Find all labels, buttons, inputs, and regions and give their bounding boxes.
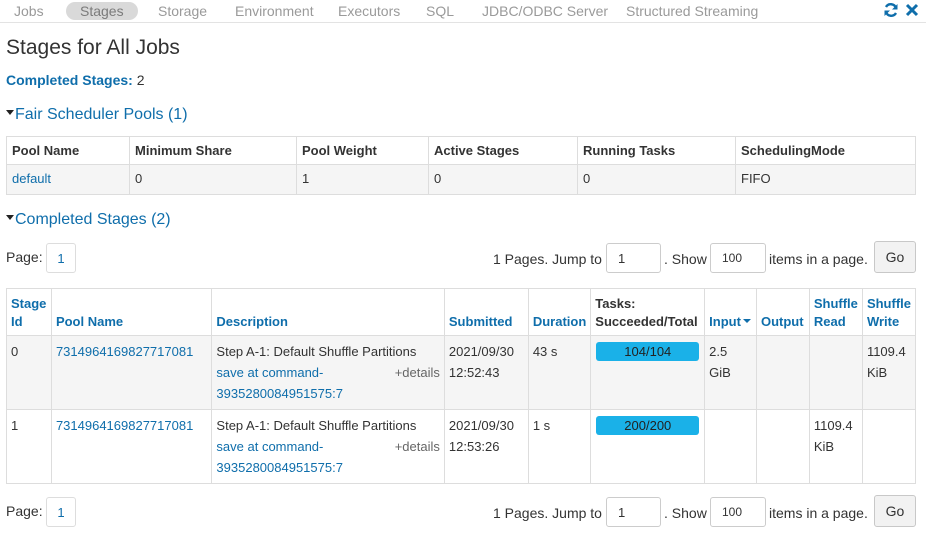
pools-col-minimum-share[interactable]: Minimum Share xyxy=(129,136,297,165)
close-icon[interactable] xyxy=(903,1,921,19)
completed-stages-toggle[interactable]: Completed Stages (2) xyxy=(6,211,171,229)
top-nav: Jobs Stages Storage Environment Executor… xyxy=(0,0,926,23)
stage-id: 1 xyxy=(6,409,52,484)
shuffle-read: 1109.4 KiB xyxy=(808,409,863,484)
pools-col-running-tasks[interactable]: Running Tasks xyxy=(577,136,736,165)
pool-weight: 1 xyxy=(296,164,429,195)
col-input[interactable]: Input xyxy=(704,288,757,336)
page-number-button[interactable]: 1 xyxy=(46,497,76,527)
pools-section-title: Fair Scheduler Pools (1) xyxy=(15,106,188,123)
caret-down-icon xyxy=(6,110,14,115)
tab-structured-streaming[interactable]: Structured Streaming xyxy=(626,2,758,20)
stages-table: Stage Id Pool Name Description Submitted… xyxy=(6,288,917,484)
pool-link-default[interactable]: default xyxy=(12,171,51,186)
tasks-progress-bar: 104/104 xyxy=(596,342,700,361)
completed-stages-summary: Completed Stages: 2 xyxy=(6,72,145,88)
tab-stages[interactable]: Stages xyxy=(66,2,138,20)
completed-stages-count: 2 xyxy=(136,72,145,88)
pools-col-pool-weight[interactable]: Pool Weight xyxy=(296,136,429,165)
jump-to-label: 1 Pages. Jump to xyxy=(493,251,602,267)
tab-environment[interactable]: Environment xyxy=(235,2,314,20)
page-number-button[interactable]: 1 xyxy=(46,243,76,273)
table-row: 1 7314964169827717081 Step A-1: Default … xyxy=(6,409,917,484)
submitted-time: 2021/09/30 12:53:26 xyxy=(443,409,529,484)
pager-top: Page: 1 1 Pages. Jump to . Show items in… xyxy=(6,241,916,275)
table-row: 0 7314964169827717081 Step A-1: Default … xyxy=(6,335,917,410)
duration: 43 s xyxy=(527,335,592,410)
items-in-page-label: items in a page. xyxy=(769,505,868,521)
show-label: . Show xyxy=(664,505,707,521)
stage-id: 0 xyxy=(6,335,52,410)
stage-detail-link[interactable]: save at command-3935280084951575:7 xyxy=(216,439,343,475)
tab-executors[interactable]: Executors xyxy=(338,2,400,20)
go-button[interactable]: Go xyxy=(874,495,916,527)
tab-sql[interactable]: SQL xyxy=(426,2,454,20)
pager-bottom: Page: 1 1 Pages. Jump to . Show items in… xyxy=(6,495,916,529)
stage-description: Step A-1: Default Shuffle Partitions xyxy=(216,344,417,359)
output-size xyxy=(755,335,810,410)
items-in-page-label: items in a page. xyxy=(769,251,868,267)
jump-to-page-input[interactable] xyxy=(606,243,661,273)
pools-col-active-stages[interactable]: Active Stages xyxy=(428,136,578,165)
jump-to-page-input[interactable] xyxy=(606,497,661,527)
col-tasks: Tasks: Succeeded/Total xyxy=(590,288,706,336)
page-title: Stages for All Jobs xyxy=(6,36,180,59)
col-shuffle-write[interactable]: Shuffle Write xyxy=(861,288,917,336)
completed-stages-link[interactable]: Completed Stages: xyxy=(6,72,133,88)
page-size-input[interactable] xyxy=(710,497,766,527)
pool-active-stages: 0 xyxy=(428,164,578,195)
col-output[interactable]: Output xyxy=(755,288,810,336)
pool-min-share: 0 xyxy=(129,164,297,195)
pool-name-link[interactable]: 7314964169827717081 xyxy=(56,418,193,433)
go-button[interactable]: Go xyxy=(874,241,916,273)
pools-col-scheduling-mode[interactable]: SchedulingMode xyxy=(735,136,916,165)
show-label: . Show xyxy=(664,251,707,267)
shuffle-write xyxy=(861,409,917,484)
tab-jobs[interactable]: Jobs xyxy=(14,2,44,20)
jump-to-label: 1 Pages. Jump to xyxy=(493,505,602,521)
col-input-label: Input xyxy=(709,314,741,329)
tab-storage[interactable]: Storage xyxy=(158,2,207,20)
pool-name-link[interactable]: 7314964169827717081 xyxy=(56,344,193,359)
submitted-time: 2021/09/30 12:52:43 xyxy=(443,335,529,410)
col-pool-name[interactable]: Pool Name xyxy=(50,288,213,336)
pools-col-pool-name[interactable]: Pool Name xyxy=(6,136,130,165)
page-label: Page: xyxy=(6,503,43,519)
pool-scheduling-mode: FIFO xyxy=(735,164,916,195)
col-description[interactable]: Description xyxy=(211,288,445,336)
col-stage-id[interactable]: Stage Id xyxy=(6,288,52,336)
input-size xyxy=(704,409,757,484)
table-row: default 0 1 0 0 FIFO xyxy=(6,164,916,195)
details-toggle[interactable]: +details xyxy=(395,436,440,457)
completed-stages-title: Completed Stages (2) xyxy=(15,211,171,228)
col-submitted[interactable]: Submitted xyxy=(443,288,529,336)
refresh-icon[interactable] xyxy=(882,1,900,19)
pools-table: Pool Name Minimum Share Pool Weight Acti… xyxy=(6,136,916,195)
pool-running-tasks: 0 xyxy=(577,164,736,195)
tasks-progress-bar: 200/200 xyxy=(596,416,700,435)
duration: 1 s xyxy=(527,409,592,484)
stage-description: Step A-1: Default Shuffle Partitions xyxy=(216,418,417,433)
output-size xyxy=(755,409,810,484)
page-size-input[interactable] xyxy=(710,243,766,273)
sort-desc-icon xyxy=(742,319,751,323)
input-size: 2.5 GiB xyxy=(704,335,757,410)
col-duration[interactable]: Duration xyxy=(527,288,592,336)
page-label: Page: xyxy=(6,249,43,265)
col-shuffle-read[interactable]: Shuffle Read xyxy=(808,288,863,336)
stage-detail-link[interactable]: save at command-3935280084951575:7 xyxy=(216,365,343,401)
shuffle-read xyxy=(808,335,863,410)
tab-jdbc-odbc-server[interactable]: JDBC/ODBC Server xyxy=(482,2,608,20)
caret-down-icon xyxy=(6,215,14,220)
details-toggle[interactable]: +details xyxy=(395,362,440,383)
pools-section-toggle[interactable]: Fair Scheduler Pools (1) xyxy=(6,106,188,124)
shuffle-write: 1109.4 KiB xyxy=(861,335,917,410)
